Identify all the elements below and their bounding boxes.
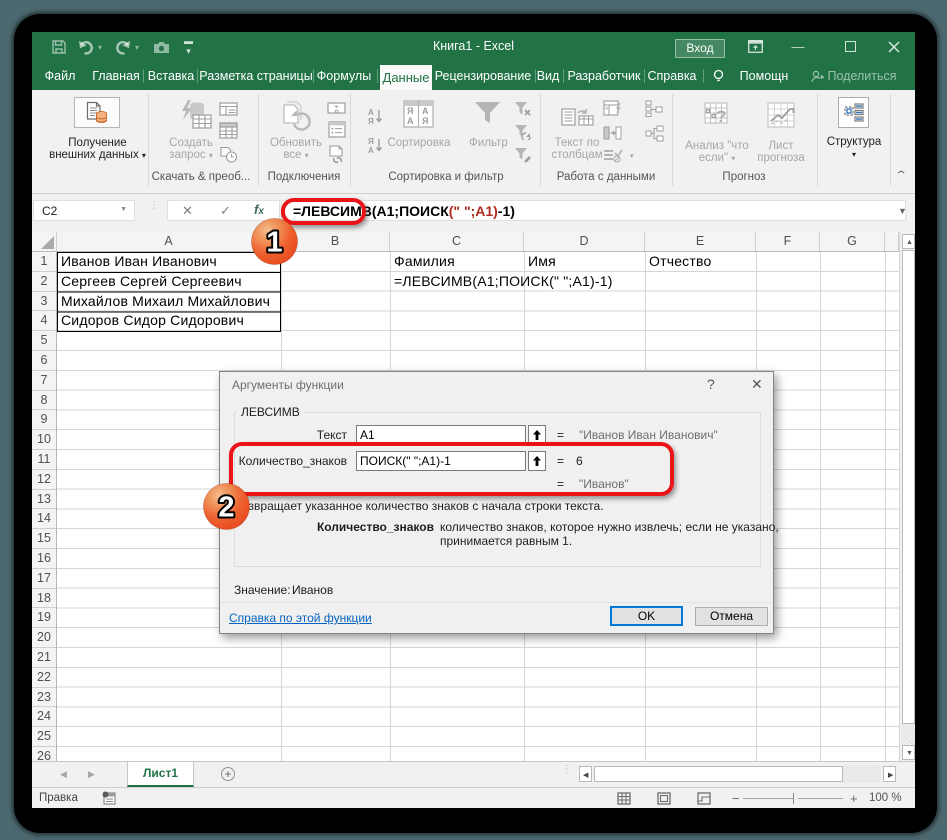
svg-text:А: А	[368, 146, 374, 154]
svg-text:2: 2	[218, 492, 234, 524]
svg-text:1: 1	[266, 227, 282, 259]
svg-text:А: А	[368, 108, 374, 117]
svg-text:Я: Я	[368, 137, 374, 146]
svg-text:А: А	[407, 116, 414, 126]
svg-text:Я: Я	[422, 116, 428, 126]
svg-text:?: ?	[716, 107, 726, 126]
svg-text:Я: Я	[368, 117, 374, 125]
svg-text:А: А	[422, 106, 429, 116]
svg-text:Я: Я	[407, 106, 413, 116]
